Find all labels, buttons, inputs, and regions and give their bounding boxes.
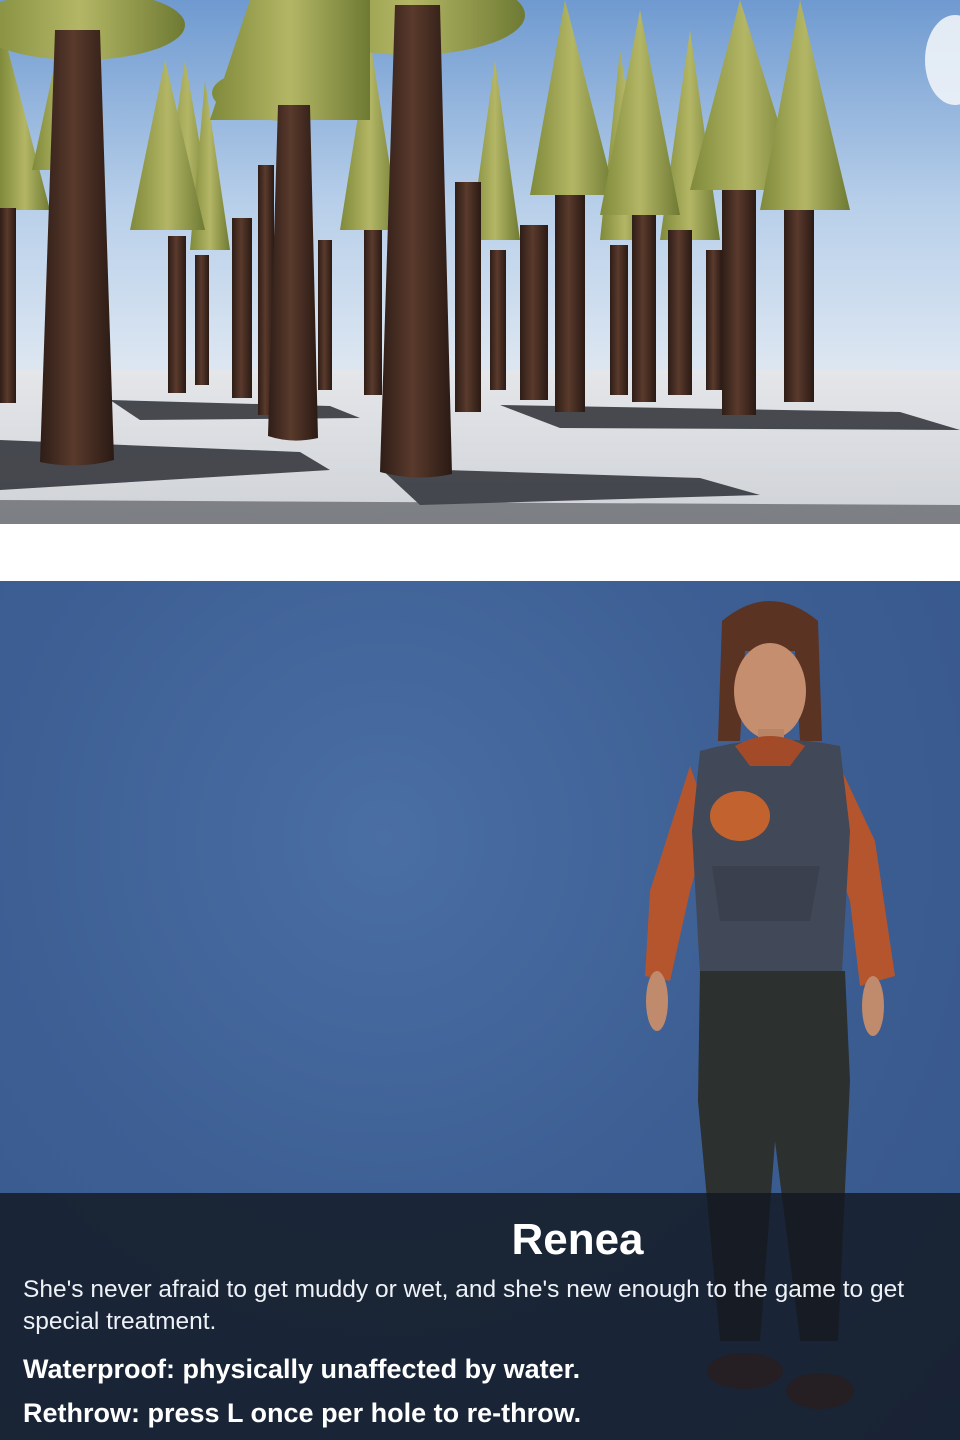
character-name: Renea — [511, 1215, 644, 1264]
ability-waterproof: Waterproof: physically unaffected by wat… — [23, 1354, 581, 1384]
character-select-panel: Renea She's never afraid to get muddy or… — [0, 581, 960, 1440]
ability-rethrow: Rethrow: press L once per hole to re-thr… — [23, 1398, 582, 1428]
character-description: She's never afraid to get muddy or wet, … — [23, 1276, 905, 1335]
forest-scene-render — [0, 0, 960, 524]
forest-scene-viewport — [0, 0, 960, 524]
panel-gap — [0, 524, 960, 581]
